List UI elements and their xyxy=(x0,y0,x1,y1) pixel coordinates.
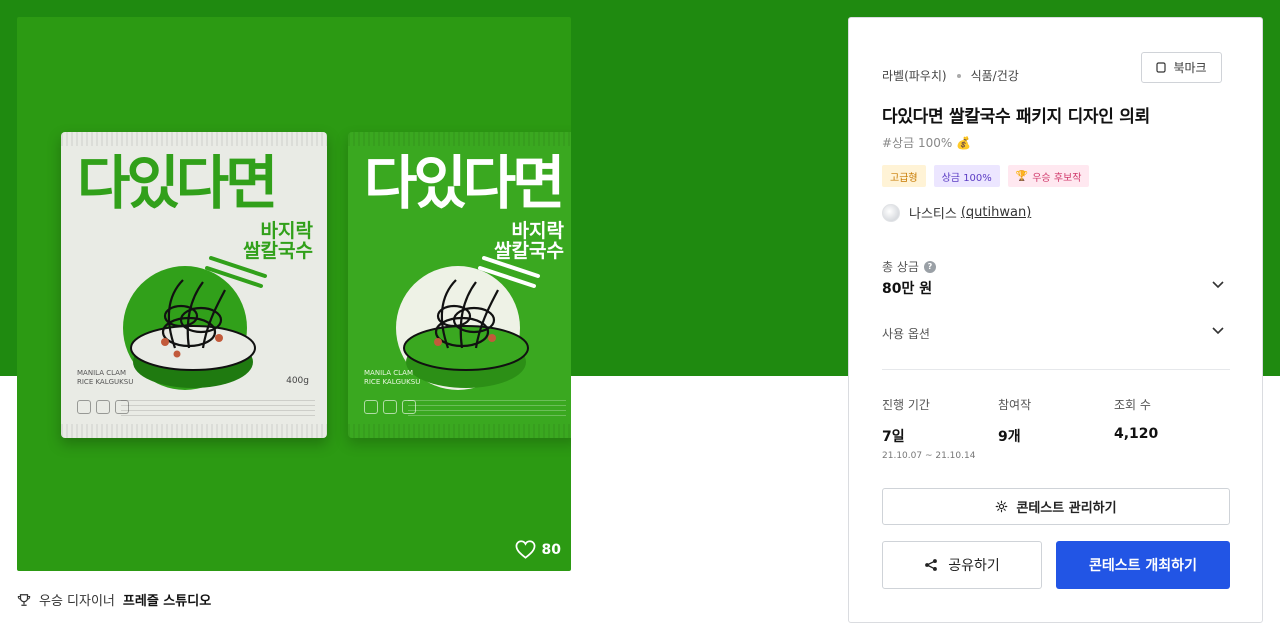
bookmark-button[interactable]: 북마크 xyxy=(1141,52,1222,83)
tag-prize-100: 상금 100% xyxy=(933,165,1000,187)
package-brand-text: 다있다면 xyxy=(77,149,278,217)
trophy-emoji-icon: 🏆 xyxy=(1015,170,1029,182)
chevron-down-icon[interactable] xyxy=(1211,326,1225,336)
stat-duration-label: 진행 기간 xyxy=(882,398,930,412)
noodle-bowl-illustration xyxy=(123,256,267,390)
contest-title: 다있다면 쌀칼국수 패키지 디자인 의뢰 xyxy=(882,107,1150,127)
like-button[interactable]: 80 xyxy=(515,540,561,559)
stat-views-label: 조회 수 xyxy=(1114,398,1151,412)
tag-winner-label: 우승 후보작 xyxy=(1032,172,1082,184)
usage-options-label: 사용 옵션 xyxy=(882,327,930,341)
stat-views-value: 4,120 xyxy=(1114,426,1159,442)
stat-entries: 참여작 9개 xyxy=(998,396,1108,446)
gear-icon xyxy=(996,500,1008,513)
trophy-icon xyxy=(17,593,31,606)
stat-duration: 진행 기간 7일 21.10.07 ~ 21.10.14 xyxy=(882,396,992,461)
package-small-line2: RICE KALGUKSU xyxy=(77,377,134,386)
manage-contest-button[interactable]: 콘테스트 관리하기 xyxy=(882,488,1230,525)
stat-views: 조회 수 4,120 xyxy=(1114,396,1224,442)
contest-hero-image[interactable]: 다있다면 바지락 쌀칼국수 MANILA CLAM RICE KALGUKSU … xyxy=(17,17,571,571)
package-subname-line1: 바지락 xyxy=(260,220,313,242)
package-english-name: MANILA CLAM RICE KALGUKSU xyxy=(77,369,133,386)
package-fine-print xyxy=(121,398,315,416)
host-handle-link[interactable]: (qutihwan) xyxy=(961,205,1031,220)
winner-designer-name[interactable]: 프레즐 스튜디오 xyxy=(123,590,211,609)
share-label: 공유하기 xyxy=(948,558,1000,574)
contest-host: 나스티스 (qutihwan) xyxy=(882,203,1031,222)
stat-duration-value: 7일 xyxy=(882,429,905,445)
winner-designer: 우승 디자이너 프레즐 스튜디오 xyxy=(17,590,211,609)
host-avatar xyxy=(882,203,900,222)
bookmark-label: 북마크 xyxy=(1173,61,1207,75)
category-sub[interactable]: 식품/건강 xyxy=(971,67,1019,84)
contest-hashtag[interactable]: #상금 100% 💰 xyxy=(882,134,971,151)
contest-tags: 고급형 상금 100% 🏆 우승 후보작 xyxy=(882,165,1090,187)
chevron-down-icon[interactable] xyxy=(1211,280,1225,290)
winner-prefix: 우승 디자이너 xyxy=(39,594,115,609)
section-divider xyxy=(882,369,1230,370)
tag-premium: 고급형 xyxy=(882,165,926,187)
white-package-mockup: 다있다면 바지락 쌀칼국수 MANILA CLAM RICE KALGUKSU … xyxy=(61,132,327,438)
tag-winner-candidate: 🏆 우승 후보작 xyxy=(1007,165,1090,187)
package-brand-text: 다있다면 xyxy=(364,149,565,217)
green-package-mockup: 다있다면 바지락 쌀칼국수 MANILA CLAM RICE KALGUKSU xyxy=(348,132,571,438)
stat-entries-label: 참여작 xyxy=(998,398,1032,412)
share-icon xyxy=(925,559,938,571)
package-weight: 400g xyxy=(286,376,309,386)
package-small-line1: MANILA CLAM xyxy=(77,369,126,378)
package-fine-print xyxy=(408,398,566,416)
package-small-line1: MANILA CLAM xyxy=(364,369,413,378)
host-name: 나스티스 xyxy=(909,207,957,222)
category-separator xyxy=(956,73,961,78)
contest-info-panel: 라벨(파우치) 식품/건강 북마크 다있다면 쌀칼국수 패키지 디자인 의뢰 #… xyxy=(848,17,1263,623)
category-breadcrumb: 라벨(파우치) 식품/건강 xyxy=(882,67,1019,84)
manage-contest-label: 콘테스트 관리하기 xyxy=(1016,501,1117,516)
package-small-line2: RICE KALGUKSU xyxy=(364,377,421,386)
share-button[interactable]: 공유하기 xyxy=(882,541,1042,589)
total-prize-label-text: 총 상금 xyxy=(882,260,919,274)
help-icon[interactable]: ? xyxy=(923,260,936,273)
host-contest-button[interactable]: 콘테스트 개최하기 xyxy=(1056,541,1230,589)
package-crimp-top xyxy=(348,132,571,146)
total-prize-label: 총 상금 ? xyxy=(882,258,936,275)
package-crimp-bottom xyxy=(61,424,327,438)
heart-icon xyxy=(515,540,535,559)
package-crimp-top xyxy=(61,132,327,146)
category-main[interactable]: 라벨(파우치) xyxy=(882,67,947,84)
stat-duration-range: 21.10.07 ~ 21.10.14 xyxy=(882,451,976,461)
package-subname-line1: 바지락 xyxy=(511,220,564,242)
total-prize-value: 80만 원 xyxy=(882,281,933,297)
like-count: 80 xyxy=(541,541,561,558)
usage-options-toggle[interactable]: 사용 옵션 xyxy=(882,325,930,342)
package-english-name: MANILA CLAM RICE KALGUKSU xyxy=(364,369,420,386)
bookmark-icon xyxy=(1156,62,1167,73)
stat-entries-value: 9개 xyxy=(998,429,1021,445)
package-crimp-bottom xyxy=(348,424,571,438)
